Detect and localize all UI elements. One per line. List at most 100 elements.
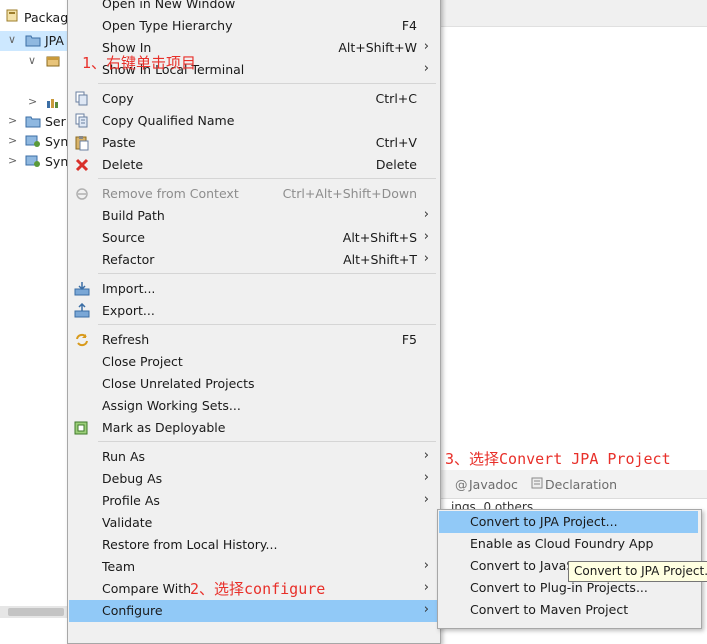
import-icon — [74, 281, 90, 297]
expand-toggle-icon[interactable]: > — [8, 134, 17, 147]
menu-item-source[interactable]: Source Alt+Shift+S › — [69, 227, 437, 249]
expand-toggle-icon[interactable]: > — [8, 114, 17, 127]
package-explorer-tab[interactable]: Packag — [0, 6, 68, 28]
menu-item-refresh[interactable]: Refresh F5 — [69, 329, 437, 351]
package-icon — [45, 54, 61, 68]
menu-item-label: Profile As — [102, 493, 160, 508]
menu-item-debug-as[interactable]: Debug As › — [69, 468, 437, 490]
menu-item-profile-as[interactable]: Profile As › — [69, 490, 437, 512]
shortcut-label: Ctrl+V — [375, 135, 417, 150]
menu-separator — [98, 178, 436, 179]
tree-item-jpa-project[interactable]: ∨ JPA — [0, 31, 68, 51]
horizontal-scrollbar[interactable] — [0, 606, 68, 618]
menu-item-convert-to-maven-project[interactable]: Convert to Maven Project — [439, 599, 698, 621]
menu-item-label: Export... — [102, 303, 155, 318]
submenu-arrow-icon: › — [423, 448, 429, 463]
tab-javadoc[interactable]: @ Javadoc — [455, 477, 518, 492]
package-explorer: Packag ∨ JPA ∨ > > Ser > Syn > Syn — [0, 0, 69, 634]
menu-item-label: Compare With — [102, 581, 192, 596]
shortcut-label: Alt+Shift+T — [343, 252, 417, 267]
menu-item-label: Enable as Cloud Foundry App — [470, 536, 654, 551]
menu-item-copy-qualified-name[interactable]: Copy Qualified Name — [69, 110, 437, 132]
submenu-arrow-icon: › — [423, 492, 429, 507]
export-icon — [74, 302, 90, 319]
menu-item-copy[interactable]: Copy Ctrl+C — [69, 88, 437, 110]
tooltip-text: Convert to JPA Project. — [574, 564, 707, 578]
remove-context-icon — [74, 186, 90, 202]
expand-toggle-icon[interactable]: ∨ — [8, 33, 16, 46]
menu-item-export[interactable]: Export... — [69, 300, 437, 322]
menu-item-mark-as-deployable[interactable]: Mark as Deployable — [69, 417, 437, 439]
menu-item-remove-from-context[interactable]: Remove from Context Ctrl+Alt+Shift+Down — [69, 183, 437, 205]
shortcut-label: F5 — [401, 332, 417, 347]
shortcut-label: Ctrl+C — [375, 91, 417, 106]
refresh-icon — [74, 332, 90, 348]
submenu-arrow-icon: › — [423, 61, 429, 76]
menu-item-label: Convert to JavaS — [470, 558, 575, 573]
scrollbar-thumb[interactable] — [8, 608, 64, 616]
menu-item-label: Open in New Window — [102, 0, 236, 11]
folder-icon — [25, 114, 41, 128]
menu-item-restore-from-local-history[interactable]: Restore from Local History... — [69, 534, 437, 556]
tab-declaration[interactable]: Declaration — [531, 477, 617, 492]
menu-item-run-as[interactable]: Run As › — [69, 446, 437, 468]
expand-toggle-icon[interactable]: ∨ — [28, 54, 36, 67]
menu-item-open-in-new-window[interactable]: Open in New Window — [69, 0, 437, 15]
package-explorer-icon — [6, 9, 18, 22]
annotation-step-2: 2、选择configure — [190, 580, 326, 598]
tree-item-sync-project[interactable]: > Syn — [0, 152, 68, 172]
sync-project-icon — [25, 134, 41, 148]
tree-item-package[interactable]: ∨ — [0, 52, 68, 72]
annotation-step-1: 1、右键单击项目 — [82, 54, 197, 72]
menu-item-label: Close Unrelated Projects — [102, 376, 255, 391]
tree-item-library[interactable]: > — [0, 93, 68, 113]
menu-item-close-project[interactable]: Close Project — [69, 351, 437, 373]
menu-item-label: Open Type Hierarchy — [102, 18, 233, 33]
menu-item-open-type-hierarchy[interactable]: Open Type Hierarchy F4 — [69, 15, 437, 37]
menu-item-close-unrelated-projects[interactable]: Close Unrelated Projects — [69, 373, 437, 395]
context-menu: Open in New Window Open Type Hierarchy F… — [67, 0, 441, 644]
submenu-arrow-icon: › — [423, 207, 429, 222]
shortcut-label: Delete — [375, 157, 417, 172]
deployable-icon — [74, 420, 90, 436]
expand-toggle-icon[interactable]: > — [28, 95, 37, 108]
menu-item-convert-to-jpa-project[interactable]: Convert to JPA Project... — [439, 511, 698, 533]
menu-item-label: Close Project — [102, 354, 183, 369]
menu-item-label: Team — [102, 559, 136, 574]
menu-item-label: Import... — [102, 281, 156, 296]
submenu-arrow-icon: › — [423, 470, 429, 485]
menu-item-delete[interactable]: Delete Delete — [69, 154, 437, 176]
menu-item-assign-working-sets[interactable]: Assign Working Sets... — [69, 395, 437, 417]
menu-item-import[interactable]: Import... — [69, 278, 437, 300]
menu-item-label: Convert to JPA Project... — [470, 514, 618, 529]
menu-item-validate[interactable]: Validate — [69, 512, 437, 534]
shortcut-label: Ctrl+Alt+Shift+Down — [282, 186, 417, 201]
menu-item-label: Debug As — [102, 471, 163, 486]
submenu-arrow-icon: › — [423, 39, 429, 54]
tree-item-sync-project[interactable]: > Syn — [0, 132, 68, 152]
submenu-arrow-icon: › — [423, 558, 429, 573]
menu-item-team[interactable]: Team › — [69, 556, 437, 578]
menu-item-configure[interactable]: Configure › — [69, 600, 437, 622]
bottom-panel-tabs: @ Javadoc Declaration — [441, 470, 707, 499]
menu-item-label: Validate — [102, 515, 153, 530]
tree-item-servers[interactable]: > Ser — [0, 112, 68, 132]
delete-icon — [74, 157, 90, 173]
copy-qualified-name-icon — [74, 113, 90, 129]
menu-item-paste[interactable]: Paste Ctrl+V — [69, 132, 437, 154]
package-explorer-title: Packag — [24, 10, 69, 25]
editor-tab-bar — [441, 0, 707, 27]
tree-item-label: JPA — [45, 33, 64, 48]
menu-separator — [98, 324, 436, 325]
expand-toggle-icon[interactable]: > — [8, 154, 17, 167]
tab-label: Declaration — [545, 477, 618, 492]
menu-separator — [98, 83, 436, 84]
paste-icon — [74, 135, 90, 151]
tree-item-label: Ser — [45, 114, 66, 129]
menu-item-label: Configure — [102, 603, 163, 618]
menu-item-enable-cloud-foundry-app[interactable]: Enable as Cloud Foundry App — [439, 533, 698, 555]
menu-item-refactor[interactable]: Refactor Alt+Shift+T › — [69, 249, 437, 271]
menu-item-label: Mark as Deployable — [102, 420, 226, 435]
menu-item-label: Restore from Local History... — [102, 537, 278, 552]
menu-item-build-path[interactable]: Build Path › — [69, 205, 437, 227]
